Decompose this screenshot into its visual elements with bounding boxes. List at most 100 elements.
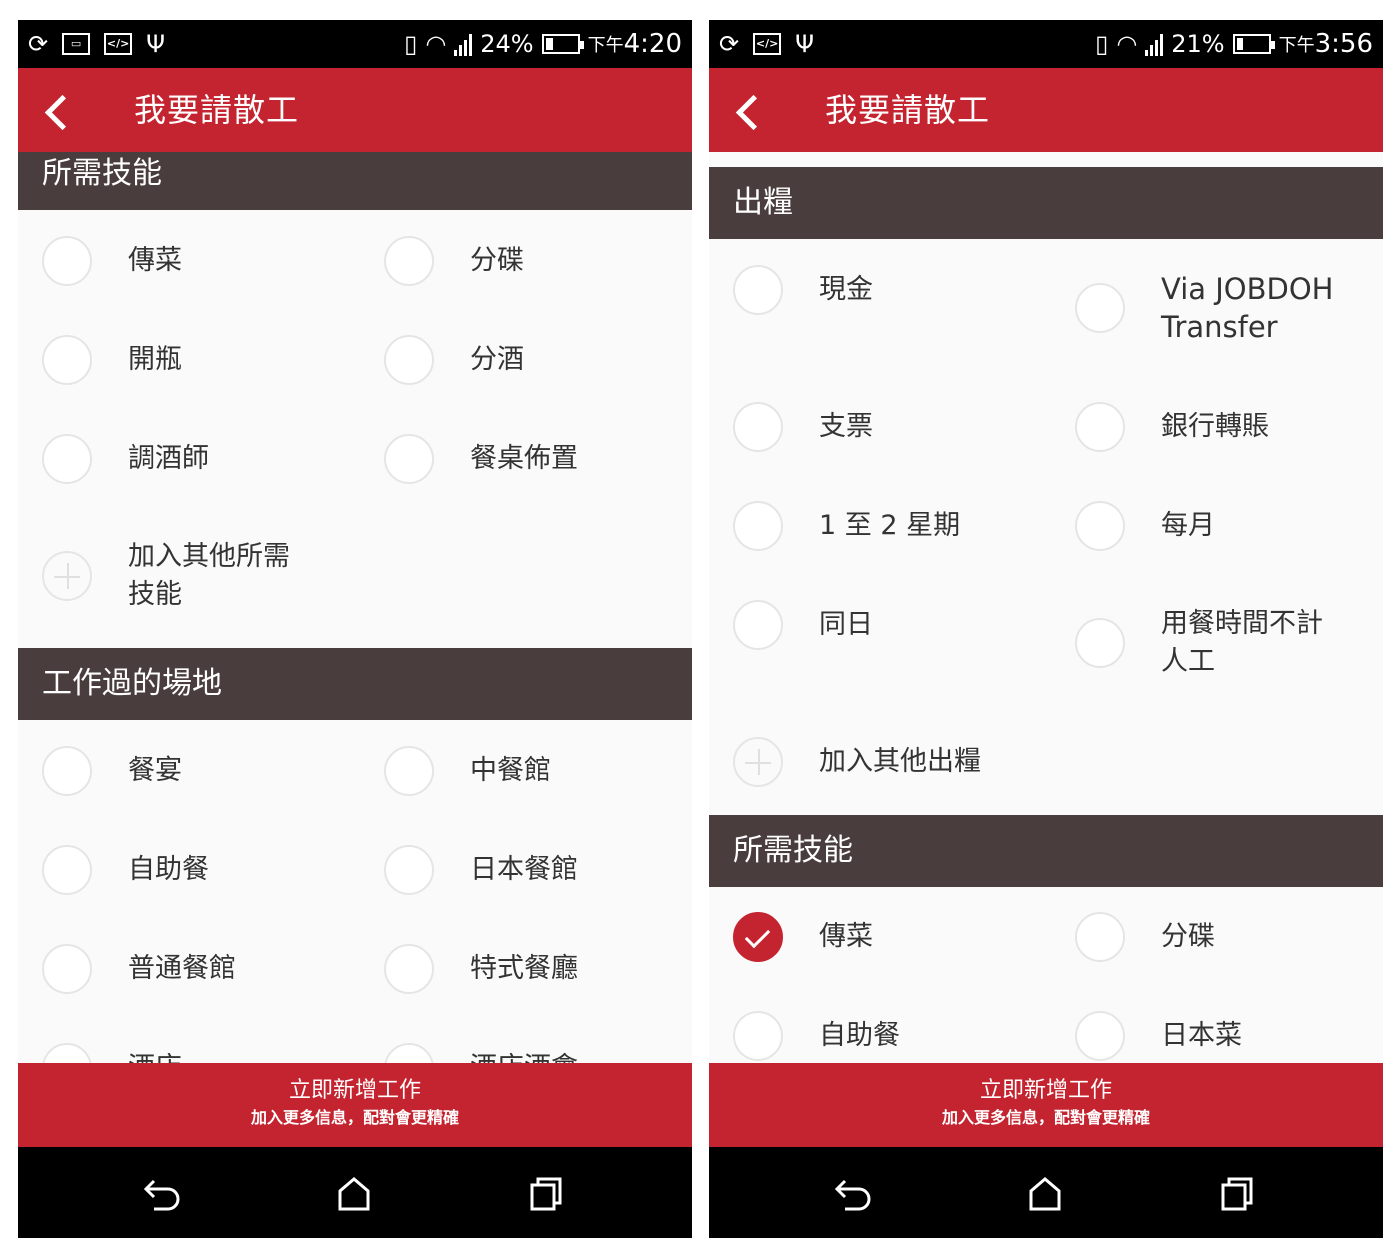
code-icon: </> — [753, 33, 782, 55]
option-pour-wine[interactable]: 分酒 — [384, 335, 524, 385]
radio-button[interactable] — [1075, 501, 1125, 551]
code-icon: </> — [104, 33, 133, 55]
radio-button[interactable] — [42, 1043, 92, 1063]
option-1-2-weeks[interactable]: 1 至 2 星期 — [733, 501, 960, 551]
option-label: 用餐時間不計 人工 — [1161, 608, 1323, 677]
radio-button[interactable] — [1075, 912, 1125, 962]
option-japanese-restaurant[interactable]: 日本餐館 — [384, 845, 578, 895]
nav-recent-apps-icon[interactable] — [1207, 1165, 1267, 1221]
radio-button[interactable] — [42, 236, 92, 286]
option-portion-dishes[interactable]: 分碟 — [1075, 912, 1215, 962]
option-label: 酒店 — [128, 1049, 182, 1063]
radio-button[interactable] — [384, 746, 434, 796]
section-header-skills: 所需技能 — [18, 152, 692, 210]
battery-icon — [541, 34, 584, 54]
option-jobdoh-transfer[interactable]: Via JOBDOH Transfer — [1075, 270, 1334, 346]
add-other-skill-button[interactable]: 加入其他所需 技能 — [42, 538, 290, 614]
add-other-payment-button[interactable]: 加入其他出糧 — [733, 737, 981, 787]
option-hotel-reception[interactable]: 酒店酒會 — [384, 1043, 578, 1063]
page-title: 我要請散工 — [825, 91, 991, 129]
radio-button[interactable] — [1075, 618, 1125, 668]
vibrate-icon: ▯ — [1095, 30, 1109, 58]
radio-button[interactable] — [384, 845, 434, 895]
option-hotel[interactable]: 酒店 — [42, 1043, 182, 1063]
radio-button[interactable] — [42, 434, 92, 484]
option-specialty-restaurant[interactable]: 特式餐廳 — [384, 944, 578, 994]
option-buffet[interactable]: 自助餐 — [733, 1011, 900, 1061]
option-bank-transfer[interactable]: 銀行轉賬 — [1075, 402, 1269, 452]
clock: 4:20 — [623, 29, 682, 59]
radio-button[interactable] — [42, 746, 92, 796]
plus-icon[interactable] — [733, 737, 783, 787]
option-open-bottle[interactable]: 開瓶 — [42, 335, 182, 385]
option-regular-restaurant[interactable]: 普通餐館 — [42, 944, 236, 994]
option-cash[interactable]: 現金 — [733, 265, 873, 315]
app-bar: 我要請散工 — [709, 68, 1383, 152]
radio-button[interactable] — [384, 236, 434, 286]
option-label: 日本餐館 — [470, 854, 578, 885]
radio-button[interactable] — [42, 845, 92, 895]
vibrate-icon: ▯ — [404, 30, 418, 58]
radio-button[interactable] — [42, 335, 92, 385]
form-scroll-area[interactable]: 所需技能 傳菜 分碟 開瓶 分酒 調酒師 餐桌佈置 加入其他所需 技能 工作過的… — [18, 152, 692, 1063]
radio-button[interactable] — [1075, 402, 1125, 452]
nav-back-icon[interactable] — [134, 1165, 194, 1221]
signal-icon — [454, 32, 473, 56]
option-label: 同日 — [819, 609, 873, 640]
radio-button[interactable] — [42, 944, 92, 994]
radio-button[interactable] — [1075, 283, 1125, 333]
app-bar: 我要請散工 — [18, 68, 692, 152]
nav-recent-apps-icon[interactable] — [516, 1165, 576, 1221]
option-cheque[interactable]: 支票 — [733, 402, 873, 452]
back-arrow-icon[interactable] — [727, 84, 781, 138]
option-label: 開瓶 — [128, 344, 182, 375]
sync-icon: ⟳ — [28, 30, 49, 58]
radio-button[interactable] — [733, 265, 783, 315]
form-scroll-area[interactable]: 出糧 現金 Via JOBDOH Transfer 支票 銀行轉賬 1 至 2 … — [709, 152, 1383, 1063]
radio-button[interactable] — [384, 944, 434, 994]
option-monthly[interactable]: 每月 — [1075, 501, 1215, 551]
wifi-icon: ◠ — [425, 30, 447, 58]
battery-percent: 21% — [1171, 30, 1225, 58]
nav-home-icon[interactable] — [324, 1165, 384, 1221]
option-meal-time-unpaid[interactable]: 用餐時間不計 人工 — [1075, 605, 1323, 681]
option-banquet[interactable]: 餐宴 — [42, 746, 182, 796]
usb-icon: Ψ — [146, 30, 165, 58]
cta-title: 立即新增工作 — [979, 1078, 1112, 1103]
nav-home-icon[interactable] — [1015, 1165, 1075, 1221]
add-job-button[interactable]: 立即新增工作 加入更多信息，配對會更精確 — [709, 1063, 1383, 1147]
plus-icon[interactable] — [42, 551, 92, 601]
radio-button[interactable] — [733, 600, 783, 650]
radio-button[interactable] — [384, 1043, 434, 1063]
option-japanese-cuisine[interactable]: 日本菜 — [1075, 1011, 1242, 1061]
battery-icon — [1232, 34, 1275, 54]
option-label: 加入其他所需 技能 — [128, 541, 290, 610]
option-table-setting[interactable]: 餐桌佈置 — [384, 434, 578, 484]
option-label: 日本菜 — [1161, 1020, 1242, 1051]
checked-radio-button[interactable] — [733, 912, 783, 962]
add-job-button[interactable]: 立即新增工作 加入更多信息，配對會更精確 — [18, 1063, 692, 1147]
option-pass-dishes[interactable]: 傳菜 — [42, 236, 182, 286]
option-label: 傳菜 — [128, 245, 182, 276]
status-bar: ⟳ ▭ </> Ψ ▯ ◠ 24% 下午 4:20 — [18, 20, 692, 68]
option-bartender[interactable]: 調酒師 — [42, 434, 209, 484]
option-portion-dishes[interactable]: 分碟 — [384, 236, 524, 286]
option-same-day[interactable]: 同日 — [733, 600, 873, 650]
system-nav-bar — [18, 1147, 692, 1238]
option-pass-dishes[interactable]: 傳菜 — [733, 912, 873, 962]
cta-title: 立即新增工作 — [288, 1078, 421, 1103]
cta-subtitle: 加入更多信息，配對會更精確 — [941, 1108, 1150, 1127]
radio-button[interactable] — [1075, 1011, 1125, 1061]
back-arrow-icon[interactable] — [36, 84, 90, 138]
section-header-venues: 工作過的場地 — [18, 648, 692, 720]
radio-button[interactable] — [733, 501, 783, 551]
cta-subtitle: 加入更多信息，配對會更精確 — [250, 1108, 459, 1127]
option-buffet[interactable]: 自助餐 — [42, 845, 209, 895]
radio-button[interactable] — [733, 1011, 783, 1061]
option-chinese-restaurant[interactable]: 中餐館 — [384, 746, 551, 796]
radio-button[interactable] — [384, 335, 434, 385]
nav-back-icon[interactable] — [825, 1165, 885, 1221]
option-label: Via JOBDOH Transfer — [1161, 272, 1334, 344]
radio-button[interactable] — [384, 434, 434, 484]
radio-button[interactable] — [733, 402, 783, 452]
